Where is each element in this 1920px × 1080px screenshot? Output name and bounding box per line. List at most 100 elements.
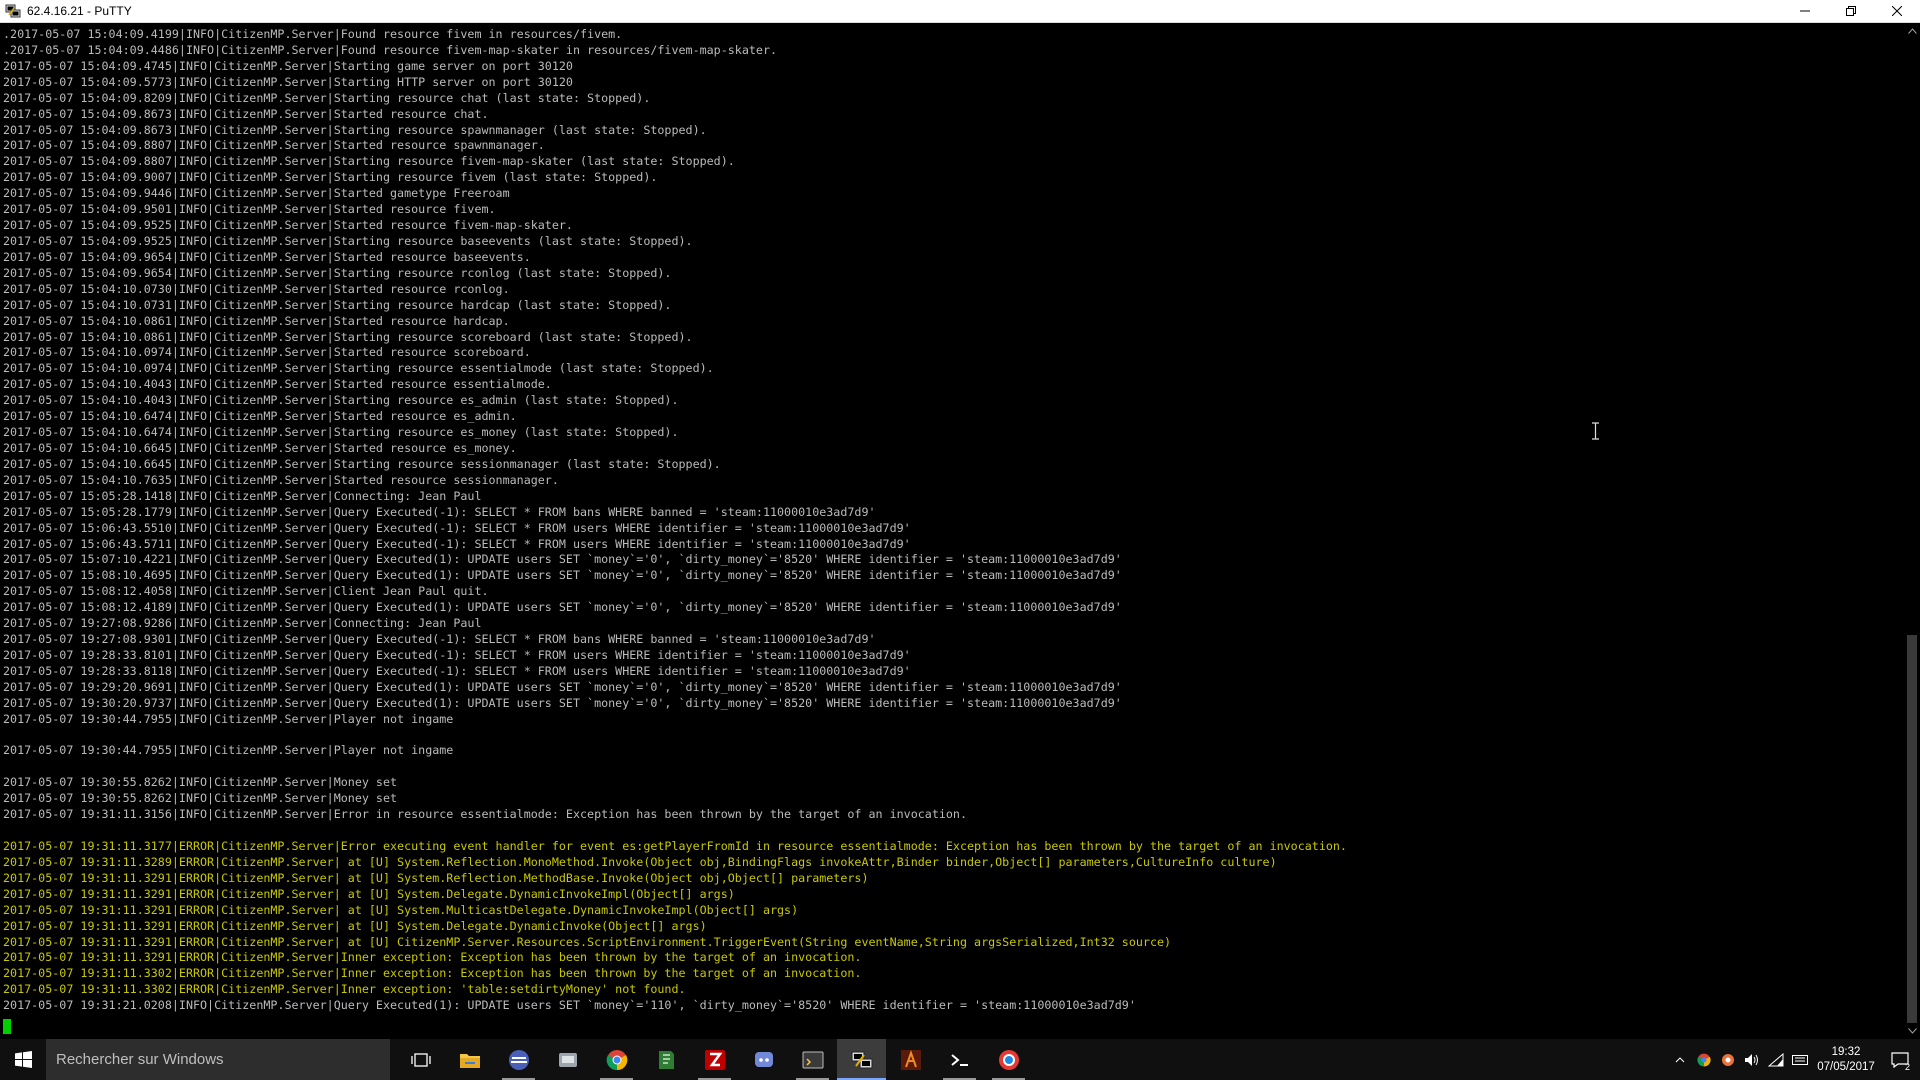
putty-taskbar-icon [851,1051,872,1068]
terminal-icon [950,1053,968,1066]
clock-time: 19:32 [1831,1045,1861,1058]
taskbar-app-circle[interactable] [984,1039,1033,1080]
text-cursor-icon [1592,422,1599,440]
log-line: 2017-05-07 15:04:10.6645|INFO|CitizenMP.… [3,456,721,471]
taskbar-app-grey[interactable] [543,1039,592,1080]
terminal-cursor [3,1019,11,1034]
log-line: 2017-05-07 19:31:11.3291|ERROR|CitizenMP… [3,886,735,901]
log-line: 2017-05-07 15:04:10.6474|INFO|CitizenMP.… [3,409,517,424]
task-view-button[interactable] [396,1039,445,1080]
notification-count: 2 [1904,1062,1910,1072]
arrow-up-icon [1907,28,1917,34]
terminal-output[interactable]: .2017-05-07 15:04:09.4199|INFO|CitizenMP… [0,23,1904,1039]
log-line: 2017-05-07 15:04:10.4043|INFO|CitizenMP.… [3,377,552,392]
app-folder-icon [802,1051,823,1068]
app-blue-icon [508,1049,529,1070]
log-line: 2017-05-07 15:04:10.0730|INFO|CitizenMP.… [3,281,510,296]
vertical-scrollbar[interactable] [1904,23,1920,1039]
chevron-up-icon [1675,1056,1685,1062]
volume-icon [1745,1053,1758,1066]
scroll-thumb[interactable] [1907,635,1917,1023]
log-line: 2017-05-07 19:31:11.3291|ERROR|CitizenMP… [3,950,862,965]
log-line: .2017-05-07 15:04:09.4199|INFO|CitizenMP… [3,27,623,41]
log-line: 2017-05-07 15:04:09.9654|INFO|CitizenMP.… [3,265,672,280]
close-button[interactable] [1874,0,1920,22]
log-line: 2017-05-07 15:04:09.9007|INFO|CitizenMP.… [3,170,658,185]
app-grey-icon [558,1052,577,1067]
app-circle-icon [998,1049,1019,1070]
window-titlebar[interactable]: 62.4.16.21 - PuTTY [0,0,1920,23]
tray-keyboard[interactable] [1788,1039,1812,1080]
tray-network[interactable] [1764,1039,1788,1080]
log-line: 2017-05-07 15:04:10.7635|INFO|CitizenMP.… [3,472,559,487]
minimize-button[interactable] [1782,0,1828,22]
log-line: 2017-05-07 15:05:28.1779|INFO|CitizenMP.… [3,504,876,519]
log-line: 2017-05-07 15:04:09.9654|INFO|CitizenMP.… [3,249,531,264]
log-line: 2017-05-07 19:31:11.3289|ERROR|CitizenMP… [3,854,1277,869]
log-line: 2017-05-07 19:28:33.8101|INFO|CitizenMP.… [3,647,911,662]
taskbar-app-green[interactable] [641,1039,690,1080]
action-center-button[interactable]: 2 [1880,1039,1920,1080]
log-line: 2017-05-07 19:31:11.3291|ERROR|CitizenMP… [3,902,799,917]
log-line: 2017-05-07 19:31:11.3291|ERROR|CitizenMP… [3,934,1172,949]
taskbar-app-blue[interactable] [494,1039,543,1080]
log-line: 2017-05-07 15:04:09.8209|INFO|CitizenMP.… [3,90,651,105]
log-line: 2017-05-07 15:06:43.5510|INFO|CitizenMP.… [3,520,911,535]
log-line: 2017-05-07 19:28:33.8118|INFO|CitizenMP.… [3,663,911,678]
log-line: 2017-05-07 15:08:12.4189|INFO|CitizenMP.… [3,600,1122,615]
log-line: 2017-05-07 15:04:10.0974|INFO|CitizenMP.… [3,345,531,360]
task-view-icon [410,1052,431,1067]
scroll-up-button[interactable] [1904,23,1920,39]
log-line: 2017-05-07 19:31:11.3156|INFO|CitizenMP.… [3,807,967,822]
taskbar: Rechercher sur Windows 19:32 07/05/2017 … [0,1039,1920,1080]
log-line: 2017-05-07 15:04:10.4043|INFO|CitizenMP.… [3,393,679,408]
log-line: 2017-05-07 19:30:44.7955|INFO|CitizenMP.… [3,711,454,726]
folder-icon [459,1053,480,1068]
tray-expand-button[interactable] [1668,1039,1692,1080]
log-line: 2017-05-07 19:30:20.9737|INFO|CitizenMP.… [3,695,1122,710]
taskbar-app-orange[interactable] [886,1039,935,1080]
taskbar-chrome[interactable] [592,1039,641,1080]
log-line: 2017-05-07 19:31:21.0208|INFO|CitizenMP.… [3,998,1136,1013]
start-button[interactable] [0,1039,46,1080]
taskbar-filezilla[interactable] [690,1039,739,1080]
log-line: 2017-05-07 19:31:11.3291|ERROR|CitizenMP… [3,918,707,933]
log-line: 2017-05-07 15:07:10.4221|INFO|CitizenMP.… [3,552,1122,567]
log-line: 2017-05-07 19:31:11.3302|ERROR|CitizenMP… [3,966,862,981]
keyboard-icon [1792,1054,1808,1065]
tray-chrome[interactable] [1692,1039,1716,1080]
taskbar-terminal[interactable] [935,1039,984,1080]
system-tray: 19:32 07/05/2017 2 [1668,1039,1920,1080]
app-green-icon [658,1050,674,1069]
log-line: 2017-05-07 19:30:55.8262|INFO|CitizenMP.… [3,791,398,806]
tray-volume[interactable] [1740,1039,1764,1080]
log-line: 2017-05-07 15:04:09.4745|INFO|CitizenMP.… [3,58,573,73]
log-line: 2017-05-07 19:30:44.7955|INFO|CitizenMP.… [3,743,454,758]
log-line: 2017-05-07 19:31:11.3177|ERROR|CitizenMP… [3,839,1347,854]
taskbar-file-explorer[interactable] [445,1039,494,1080]
wifi-icon [1768,1052,1784,1066]
clock-date: 07/05/2017 [1817,1060,1875,1073]
clock[interactable]: 19:32 07/05/2017 [1812,1045,1880,1075]
chrome-icon [606,1049,627,1070]
scroll-down-button[interactable] [1904,1023,1920,1039]
log-line: 2017-05-07 15:05:28.1418|INFO|CitizenMP.… [3,488,482,503]
taskbar-putty[interactable] [837,1039,886,1080]
log-line: 2017-05-07 19:31:11.3302|ERROR|CitizenMP… [3,982,686,997]
taskbar-app-folder[interactable] [788,1039,837,1080]
tray-chrome-icon [1697,1053,1711,1066]
taskbar-discord[interactable] [739,1039,788,1080]
log-line: 2017-05-07 15:04:10.0861|INFO|CitizenMP.… [3,329,693,344]
close-icon [1892,6,1902,16]
search-box[interactable]: Rechercher sur Windows [46,1039,390,1080]
tray-app[interactable] [1716,1039,1740,1080]
filezilla-icon [704,1049,725,1070]
maximize-button[interactable] [1828,0,1874,22]
window-title: 62.4.16.21 - PuTTY [27,4,132,18]
log-line: 2017-05-07 19:31:11.3291|ERROR|CitizenMP… [3,870,869,885]
restore-icon [1846,6,1856,16]
log-line: 2017-05-07 15:04:09.8807|INFO|CitizenMP.… [3,138,545,153]
log-line: 2017-05-07 15:04:10.0861|INFO|CitizenMP.… [3,313,510,328]
log-line: 2017-05-07 19:27:08.9301|INFO|CitizenMP.… [3,632,876,647]
